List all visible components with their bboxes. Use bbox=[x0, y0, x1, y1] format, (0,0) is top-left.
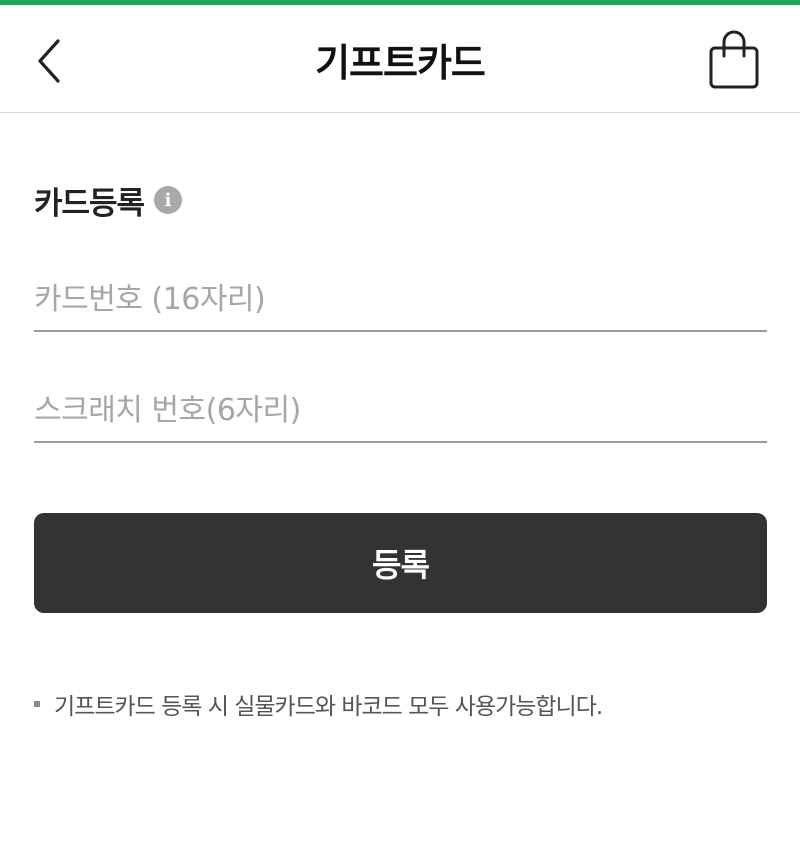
section-title: 카드등록 bbox=[34, 185, 145, 222]
scratch-number-field bbox=[34, 379, 767, 443]
scratch-number-input[interactable] bbox=[34, 379, 767, 441]
card-number-input[interactable] bbox=[34, 268, 767, 330]
info-icon[interactable]: i bbox=[154, 186, 183, 214]
back-button[interactable] bbox=[22, 31, 78, 91]
bullet-icon bbox=[34, 701, 40, 707]
chevron-left-icon bbox=[38, 39, 60, 83]
page-title: 기프트카드 bbox=[315, 40, 486, 85]
shopping-bag-icon bbox=[709, 30, 759, 89]
register-button[interactable]: 등록 bbox=[34, 513, 767, 613]
shopping-bag-button[interactable] bbox=[704, 27, 764, 93]
card-register-heading: 카드등록 i bbox=[34, 176, 183, 224]
app-header: 기프트카드 bbox=[0, 5, 800, 113]
card-number-field bbox=[34, 268, 767, 332]
notice: 기프트카드 등록 시 실물카드와 바코드 모두 사용가능합니다. bbox=[34, 684, 603, 724]
notice-text: 기프트카드 등록 시 실물카드와 바코드 모두 사용가능합니다. bbox=[54, 694, 603, 720]
